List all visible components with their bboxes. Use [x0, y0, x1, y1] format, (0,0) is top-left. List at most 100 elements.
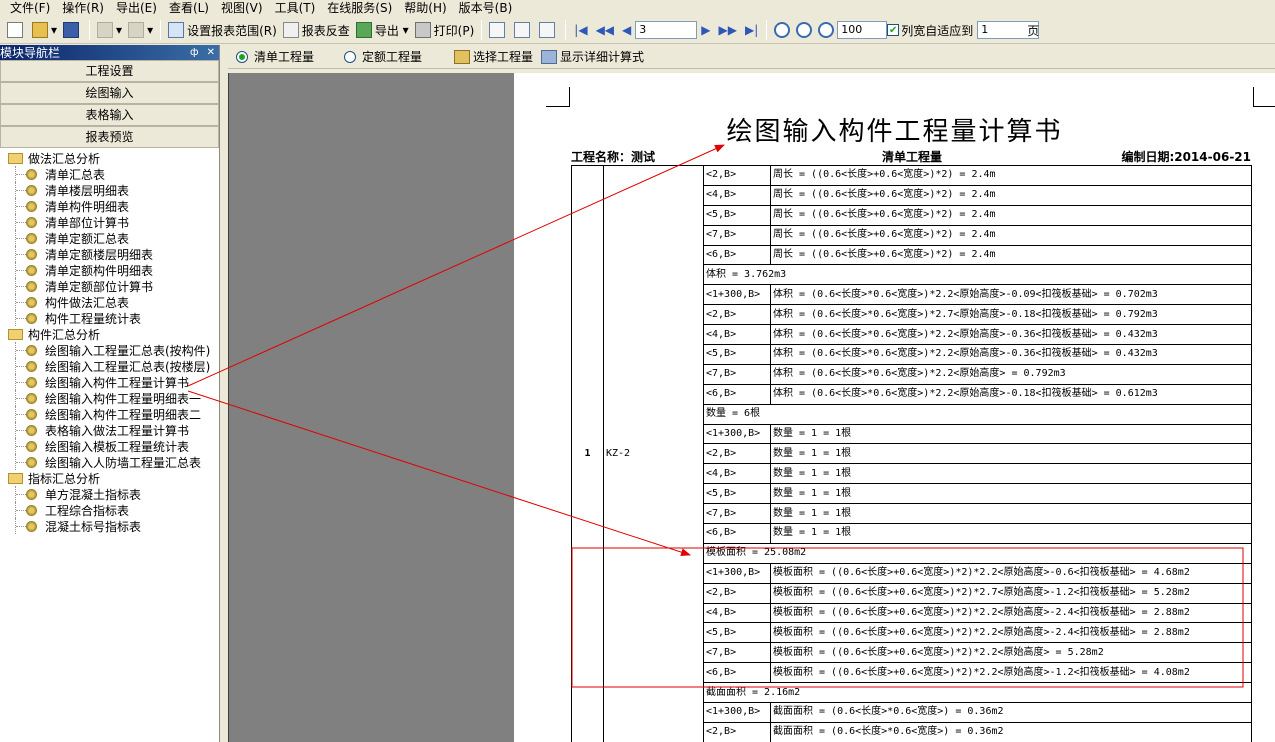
- tree-label: 单方混凝土指标表: [45, 487, 142, 502]
- tree-item[interactable]: 混凝土标号指标表: [0, 518, 219, 534]
- zoom-out-icon[interactable]: [796, 22, 813, 38]
- redo-button[interactable]: ▾: [125, 19, 156, 41]
- tree-item[interactable]: 单方混凝土指标表: [0, 486, 219, 502]
- panel-splitter[interactable]: [220, 45, 228, 742]
- menu-item[interactable]: 查看(L): [169, 0, 209, 16]
- tree-item[interactable]: 绘图输入构件工程量明细表一: [0, 390, 219, 406]
- folder-icon: [8, 472, 23, 484]
- next-fast-icon[interactable]: ▶▶: [719, 23, 737, 37]
- nav-button[interactable]: 报表预览: [0, 126, 219, 148]
- report-icon: [26, 168, 37, 180]
- menu-item[interactable]: 文件(F): [10, 0, 50, 16]
- show-detail-button[interactable]: 显示详细计算式: [560, 48, 644, 65]
- first-page-icon[interactable]: |◀: [574, 23, 587, 37]
- report-icon: [26, 264, 37, 276]
- radio-list-qty[interactable]: [236, 50, 248, 63]
- multi-page-button[interactable]: [536, 19, 561, 41]
- tree-item[interactable]: 绘图输入模板工程量统计表: [0, 438, 219, 454]
- menu-item[interactable]: 版本号(B): [459, 0, 513, 16]
- set-range-button[interactable]: 设置报表范围(R): [165, 19, 280, 41]
- tree-item[interactable]: 绘图输入人防墙工程量汇总表: [0, 454, 219, 470]
- last-page-icon[interactable]: ▶|: [745, 23, 758, 37]
- menu-item[interactable]: 导出(E): [116, 0, 157, 16]
- tree-folder[interactable]: 构件汇总分析: [0, 326, 219, 342]
- menu-item[interactable]: 操作(R): [62, 0, 104, 16]
- tree-item[interactable]: 清单定额楼层明细表: [0, 246, 219, 262]
- radio-list-qty-label: 清单工程量: [254, 50, 315, 64]
- menu-item[interactable]: 帮助(H): [404, 0, 446, 16]
- menu-item[interactable]: 视图(V): [221, 0, 263, 16]
- tree-label: 绘图输入构件工程量计算书: [45, 375, 190, 390]
- single-page-icon: [489, 22, 506, 38]
- tree-item[interactable]: 清单部位计算书: [0, 214, 219, 230]
- tree-item[interactable]: 清单汇总表: [0, 166, 219, 182]
- compile-date: 编制日期:2014-06-21: [1121, 150, 1251, 164]
- module-nav-panel: 模块导航栏 ф ✕ 工程设置 绘图输入 表格输入 报表预览 做法汇总分析 清单汇总表 清单…: [0, 45, 220, 742]
- save-button[interactable]: [60, 19, 85, 41]
- folder-icon: [8, 152, 23, 164]
- menu-item[interactable]: 工具(T): [275, 0, 316, 16]
- report-icon: [26, 408, 37, 420]
- two-page-icon: [514, 22, 531, 38]
- tree-item[interactable]: 工程综合指标表: [0, 502, 219, 518]
- menu-item[interactable]: 在线服务(S): [327, 0, 392, 16]
- fit-width-checkbox[interactable]: ✔: [887, 24, 900, 36]
- formula-cell: 模板面积 = ((0.6<长度>+0.6<宽度>)*2)*2.2<原始高度>-0…: [770, 562, 1252, 584]
- tree-folder[interactable]: 指标汇总分析: [0, 470, 219, 486]
- panel-title-bar: 模块导航栏 ф ✕: [0, 45, 219, 60]
- report-icon: [26, 456, 37, 468]
- open-button[interactable]: ▾: [29, 19, 60, 41]
- tree-item[interactable]: 绘图输入构件工程量明细表二: [0, 406, 219, 422]
- nav-button[interactable]: 表格输入: [0, 104, 219, 126]
- report-page: 绘图输入构件工程量计算书 工程名称：测试 清单工程量 编制日期:2014-06-…: [514, 73, 1275, 742]
- nav-button[interactable]: 工程设置: [0, 60, 219, 82]
- new-button[interactable]: [4, 19, 29, 41]
- report-icon: [26, 344, 37, 356]
- location-cell: <2,B>: [703, 165, 771, 186]
- undo-button[interactable]: ▾: [94, 19, 125, 41]
- formula-cell: 周长 = ((0.6<长度>+0.6<宽度>)*2) = 2.4m: [770, 184, 1252, 206]
- toolbar-separator: [565, 20, 567, 40]
- tree-item[interactable]: 构件做法汇总表: [0, 294, 219, 310]
- menu-bar: 文件(F) 操作(R) 导出(E) 查看(L) 视图(V) 工具(T) 在线服务(S) 帮助(…: [0, 0, 1275, 16]
- report-icon: [26, 184, 37, 196]
- new-file-icon: [7, 22, 23, 38]
- tree-item[interactable]: 清单定额汇总表: [0, 230, 219, 246]
- print-button[interactable]: 打印(P): [412, 19, 478, 41]
- location-cell: <7,B>: [703, 503, 771, 525]
- tree-item[interactable]: 绘图输入构件工程量计算书: [0, 374, 219, 390]
- nav-button[interactable]: 绘图输入: [0, 82, 219, 104]
- tree-folder[interactable]: 做法汇总分析: [0, 150, 219, 166]
- tree-item[interactable]: 绘图输入工程量汇总表(按楼层): [0, 358, 219, 374]
- radio-quota-qty[interactable]: [344, 50, 357, 63]
- pin-icon[interactable]: ф: [190, 47, 199, 58]
- export-button[interactable]: 导出 ▾: [353, 19, 412, 41]
- location-cell: <2,B>: [703, 304, 771, 326]
- tree-label: 清单定额楼层明细表: [45, 247, 154, 262]
- select-quantity-button[interactable]: 选择工程量: [473, 48, 533, 65]
- formula-cell: 体积 = (0.6<长度>*0.6<宽度>)*2.2<原始高度>-0.18<扣筏…: [770, 383, 1252, 405]
- reverse-check-button[interactable]: 报表反查: [280, 19, 353, 41]
- tree-item[interactable]: 清单定额构件明细表: [0, 262, 219, 278]
- tree-label: 清单定额汇总表: [45, 231, 130, 246]
- location-cell: <6,B>: [703, 523, 771, 544]
- tree-label: 清单定额部位计算书: [45, 279, 154, 294]
- tree-item[interactable]: 表格输入做法工程量计算书: [0, 422, 219, 438]
- report-icon: [26, 360, 37, 372]
- tree-item[interactable]: 清单构件明细表: [0, 198, 219, 214]
- two-page-button[interactable]: [511, 19, 536, 41]
- single-page-button[interactable]: [486, 19, 511, 41]
- tree-item[interactable]: 构件工程量统计表: [0, 310, 219, 326]
- folder-icon: [8, 328, 23, 340]
- zoom-input[interactable]: 100: [837, 21, 888, 39]
- tree-item[interactable]: 清单定额部位计算书: [0, 278, 219, 294]
- close-icon[interactable]: ✕: [207, 47, 215, 58]
- tree-item[interactable]: 清单楼层明细表: [0, 182, 219, 198]
- prev-fast-icon[interactable]: ◀◀: [596, 23, 614, 37]
- tree-item[interactable]: 绘图输入工程量汇总表(按构件): [0, 342, 219, 358]
- prev-page-icon[interactable]: ◀: [622, 23, 631, 37]
- next-page-icon[interactable]: ▶: [701, 23, 710, 37]
- page-number-input[interactable]: 3: [635, 21, 698, 39]
- zoom-in-icon[interactable]: [774, 22, 791, 38]
- zoom-icon[interactable]: [818, 22, 835, 38]
